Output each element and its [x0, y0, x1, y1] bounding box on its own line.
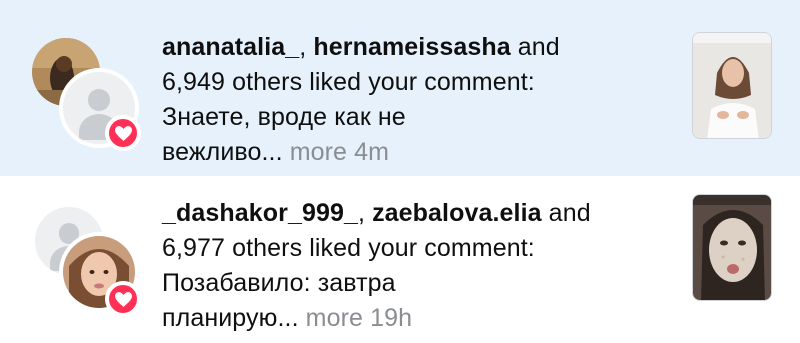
notification-text[interactable]: _dashakor_999_, zaebalova.elia and 6,977…	[162, 196, 652, 336]
more-link[interactable]: more	[290, 138, 347, 166]
more-link[interactable]: more	[306, 304, 363, 332]
post-thumbnail[interactable]	[692, 32, 772, 139]
and-text: and	[510, 33, 560, 61]
username-link[interactable]: ananatalia_	[162, 33, 299, 61]
comment-preview-line: Знаете, вроде как не	[162, 103, 406, 131]
thumbnail-image	[693, 33, 771, 138]
heart-icon	[105, 115, 141, 151]
username-link[interactable]: hernameissasha	[313, 33, 510, 61]
heart-icon	[105, 281, 141, 317]
avatar-head-shape	[88, 89, 110, 111]
timestamp: 19h	[370, 304, 413, 332]
timestamp: 4m	[354, 138, 390, 166]
notification-row[interactable]: ananatalia_, hernameissasha and 6,949 ot…	[0, 0, 800, 176]
others-liked-text: 6,977 others liked your comment:	[162, 234, 535, 262]
others-liked-text: 6,949 others liked your comment:	[162, 68, 535, 96]
username-link[interactable]: zaebalova.elia	[372, 199, 542, 227]
comment-preview-line: вежливо...	[162, 138, 283, 166]
notification-row[interactable]: _dashakor_999_, zaebalova.elia and 6,977…	[0, 176, 800, 343]
comment-preview-line: Позабавило: завтра	[162, 269, 396, 297]
separator-text: ,	[299, 33, 314, 61]
post-thumbnail[interactable]	[692, 194, 772, 301]
and-text: and	[541, 199, 591, 227]
comment-preview-line: планирую...	[162, 304, 299, 332]
username-link[interactable]: _dashakor_999_	[162, 199, 358, 227]
thumbnail-image	[693, 195, 771, 300]
separator-text: ,	[357, 199, 373, 227]
notification-text[interactable]: ananatalia_, hernameissasha and 6,949 ot…	[162, 30, 652, 170]
